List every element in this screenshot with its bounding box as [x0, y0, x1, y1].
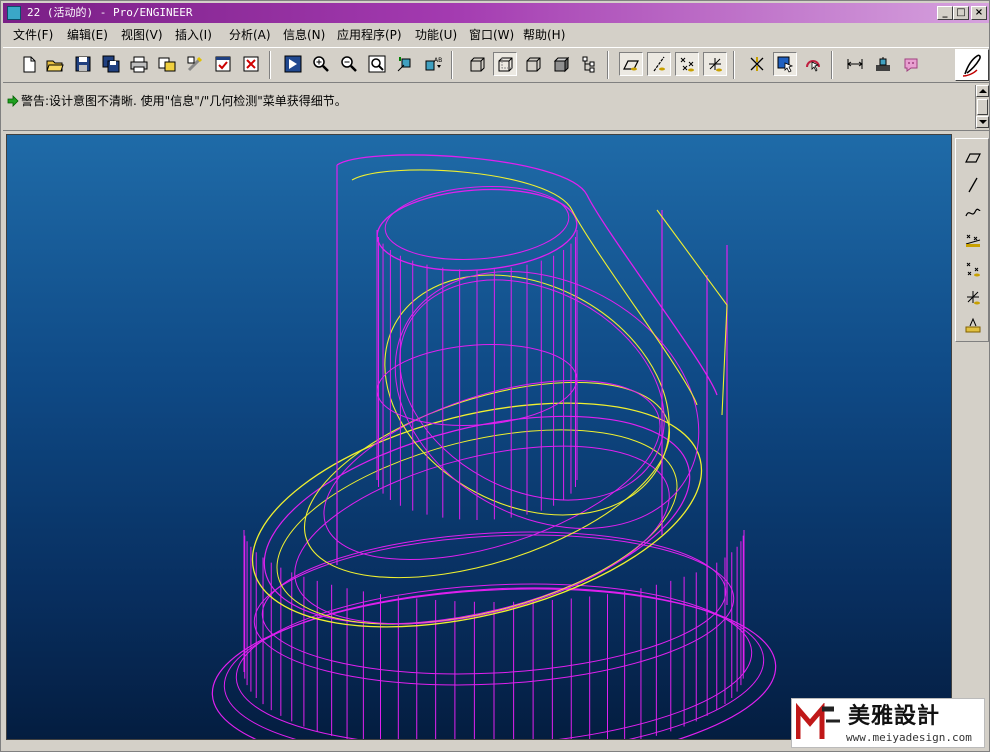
message-text: 警告:设计意图不清晰. 使用"信息"/"几何检测"菜单获得细节。 [21, 94, 347, 108]
maximize-button[interactable]: □ [953, 6, 969, 20]
watermark-name: 美雅設計 [848, 703, 941, 729]
menu-file[interactable]: 文件(F) [13, 27, 53, 43]
menu-view[interactable]: 视图(V) [121, 27, 163, 43]
close-window-icon[interactable] [239, 52, 263, 76]
menu-window[interactable]: 窗口(W) [469, 27, 514, 43]
spiral-ring [303, 381, 671, 579]
orient-icon[interactable] [393, 52, 417, 76]
spin-center-icon[interactable] [745, 52, 769, 76]
scroll-thumb[interactable] [977, 99, 988, 115]
graphics-window[interactable] [6, 134, 952, 740]
app-icon[interactable] [7, 6, 21, 20]
message-area: 警告:设计意图不清晰. 使用"信息"/"几何检测"菜单获得细节。 [3, 85, 989, 131]
window-title: 22 (活动的) - Pro/ENGINEER [27, 6, 193, 19]
datum-point-tool-icon[interactable] [961, 229, 985, 253]
redraw-icon[interactable] [281, 52, 305, 76]
wireframe-icon[interactable] [465, 52, 489, 76]
save-icon[interactable] [71, 52, 95, 76]
zoom-in-icon[interactable] [309, 52, 333, 76]
scroll-up-arrow[interactable] [976, 85, 989, 97]
model-analysis-icon[interactable] [871, 52, 895, 76]
select-icon[interactable] [773, 52, 797, 76]
menu-applications[interactable]: 应用程序(P) [337, 27, 402, 43]
datum-axis-tool-icon[interactable] [961, 173, 985, 197]
toolbar-separator [607, 51, 609, 79]
saved-views-icon[interactable]: AB [421, 52, 445, 76]
toolbar-separator [451, 51, 453, 79]
toolbar-separator [733, 51, 735, 79]
measure-icon[interactable] [843, 52, 867, 76]
menu-insert[interactable]: 插入(I) [175, 27, 212, 43]
toolbar-separator [831, 51, 833, 79]
spiral-ramp [656, 209, 728, 416]
menu-info[interactable]: 信息(N) [283, 27, 325, 43]
menu-bar: 文件(F) 编辑(E) 视图(V) 插入(I) 分析(A) 信息(N) 应用程序… [3, 25, 989, 45]
arrow-right-icon [7, 95, 19, 107]
shaded-icon[interactable] [549, 52, 573, 76]
watermark-logo-icon [796, 703, 840, 739]
regenerate-icon[interactable] [183, 52, 207, 76]
zoom-out-icon[interactable] [337, 52, 361, 76]
main-toolbar: AB [3, 47, 989, 83]
toolbar-separator [269, 51, 271, 79]
print-icon[interactable] [127, 52, 151, 76]
menu-edit[interactable]: 编辑(E) [67, 27, 108, 43]
save-copy-icon[interactable] [99, 52, 123, 76]
menu-help[interactable]: 帮助(H) [523, 27, 565, 43]
watermark-url: www.meiyadesign.com [846, 731, 972, 744]
spiral-ring [394, 271, 700, 529]
wireframe-model[interactable] [7, 135, 952, 740]
menu-utilities[interactable]: 功能(U) [415, 27, 457, 43]
no-hidden-icon[interactable] [521, 52, 545, 76]
coordinate-tool-icon[interactable] [961, 285, 985, 309]
watermark: 美雅設計 www.meiyadesign.com [791, 698, 985, 748]
new-file-icon[interactable] [17, 52, 41, 76]
scroll-down-arrow[interactable] [976, 116, 989, 128]
application-window: 22 (活动的) - Pro/ENGINEER _ □ × 文件(F) 编辑(E… [0, 0, 990, 752]
pick-icon[interactable] [801, 52, 825, 76]
cylinder-top [376, 188, 578, 272]
svg-text:AB: AB [434, 57, 442, 64]
title-bar[interactable]: 22 (活动的) - Pro/ENGINEER _ □ × [3, 3, 989, 23]
open-folder-icon[interactable] [43, 52, 67, 76]
minimize-button[interactable]: _ [937, 6, 953, 20]
info-icon[interactable] [899, 52, 923, 76]
datum-toolbar [955, 138, 989, 342]
datum-axis-icon[interactable] [647, 52, 671, 76]
datum-curve-tool-icon[interactable] [961, 201, 985, 225]
menu-analysis[interactable]: 分析(A) [229, 27, 271, 43]
analysis-feature-icon[interactable] [961, 313, 985, 337]
model-tree-icon[interactable] [577, 52, 601, 76]
message-scrollbar[interactable] [975, 85, 989, 129]
help-context-icon[interactable] [955, 49, 989, 81]
datum-plane-icon[interactable] [619, 52, 643, 76]
send-mail-icon[interactable] [155, 52, 179, 76]
spiral-ring [294, 445, 670, 625]
datum-point-icon[interactable] [675, 52, 699, 76]
coordinate-system-icon[interactable] [703, 52, 727, 76]
datum-plane-tool-icon[interactable] [961, 145, 985, 169]
cylinder-top [384, 186, 570, 260]
refit-icon[interactable] [365, 52, 389, 76]
close-button[interactable]: × [971, 6, 987, 20]
status-bar [3, 742, 789, 751]
window-icon[interactable] [211, 52, 235, 76]
hidden-line-icon[interactable] [493, 52, 517, 76]
offset-point-icon[interactable] [961, 257, 985, 281]
